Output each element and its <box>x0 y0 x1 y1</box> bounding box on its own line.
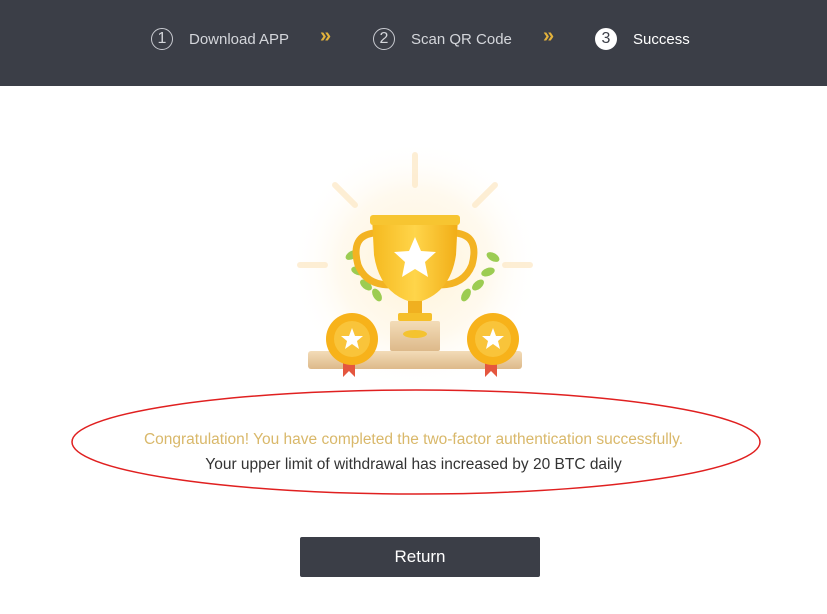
withdrawal-limit-message: Your upper limit of withdrawal has incre… <box>205 456 622 473</box>
return-button[interactable]: Return <box>300 537 540 577</box>
step-label-scan-qr-code: Scan QR Code <box>411 30 512 48</box>
step-number-1: 1 <box>151 28 173 50</box>
step-number-3: 3 <box>595 28 617 50</box>
steps-header: 1 Download APP » 2 Scan QR Code » 3 Succ… <box>0 0 827 86</box>
step-scan-qr-code: 2 Scan QR Code <box>373 27 512 51</box>
step-label-download-app: Download APP <box>189 30 290 48</box>
double-chevron-right-icon: » <box>320 25 331 47</box>
step-download-app: 1 Download APP <box>151 27 289 51</box>
double-chevron-right-icon: » <box>543 25 554 47</box>
step-label-success: Success <box>633 30 690 48</box>
step-number-2: 2 <box>373 28 395 50</box>
success-message: Congratulation! You have completed the t… <box>143 431 684 448</box>
step-success: 3 Success <box>595 27 690 51</box>
trophy-with-medals-icon <box>280 140 550 395</box>
